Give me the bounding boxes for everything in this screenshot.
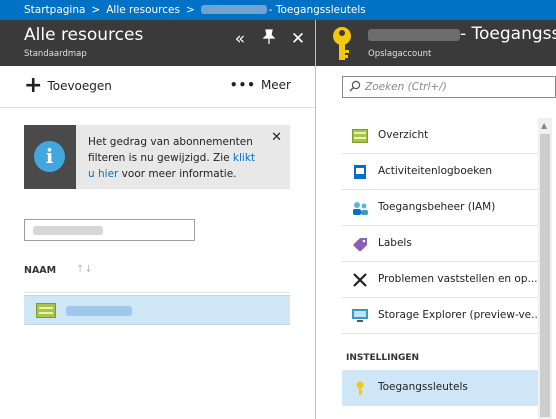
activity-log-icon bbox=[352, 165, 368, 179]
menu-item-label: Problemen vaststellen en op... bbox=[378, 273, 538, 285]
pin-icon[interactable] bbox=[259, 29, 279, 50]
redacted-filter-text bbox=[33, 226, 103, 235]
notice-text-part: voor meer informatie. bbox=[118, 168, 237, 180]
collapse-icon[interactable]: « bbox=[230, 29, 250, 49]
breadcrumb-current: - Toegangssleutels bbox=[268, 4, 366, 16]
more-button-label: Meer bbox=[260, 78, 291, 92]
blade-header: Alle resources Standaardmap « ✕ bbox=[0, 20, 315, 66]
overview-icon bbox=[352, 129, 368, 143]
menu-item-label: Labels bbox=[378, 237, 412, 249]
notice-text-part: Het gedrag van abonnementen filteren is … bbox=[88, 136, 253, 164]
breadcrumb-separator: > bbox=[185, 4, 195, 16]
divider bbox=[24, 292, 290, 293]
add-button[interactable]: + Toevoegen bbox=[24, 73, 112, 98]
menu-item-label: Storage Explorer (preview-ve... bbox=[378, 309, 542, 321]
blade-subtitle: Opslagaccount bbox=[368, 49, 432, 59]
filter-input[interactable] bbox=[24, 219, 195, 241]
scroll-up-icon[interactable]: ▲ bbox=[541, 121, 547, 130]
notice-icon-box: i bbox=[24, 125, 76, 189]
tools-icon bbox=[352, 273, 368, 287]
blade-title: - Toegangssleutels bbox=[460, 24, 556, 44]
plus-icon: + bbox=[24, 73, 43, 98]
storage-explorer-icon bbox=[352, 309, 368, 323]
sort-icon[interactable]: ↑↓ bbox=[76, 264, 93, 275]
breadcrumb-home[interactable]: Startpagina bbox=[24, 4, 85, 16]
close-icon[interactable]: ✕ bbox=[271, 130, 282, 145]
menu-item-overview[interactable]: Overzicht bbox=[342, 118, 538, 154]
key-icon bbox=[352, 381, 368, 395]
redacted-resource-name bbox=[66, 306, 132, 316]
menu-item-activity-log[interactable]: Activiteitenlogboeken bbox=[342, 154, 538, 190]
key-icon bbox=[330, 26, 354, 66]
access-keys-blade: - Toegangssleutels Opslagaccount Overzic… bbox=[316, 20, 556, 419]
breadcrumb-all-resources[interactable]: Alle resources bbox=[106, 4, 180, 16]
menu-item-labels[interactable]: Labels bbox=[342, 226, 538, 262]
scrollbar[interactable]: ▲ bbox=[538, 118, 552, 419]
search-icon bbox=[349, 80, 361, 95]
menu-item-troubleshoot[interactable]: Problemen vaststellen en op... bbox=[342, 262, 538, 298]
add-button-label: Toevoegen bbox=[47, 79, 112, 93]
search-box[interactable] bbox=[342, 76, 556, 98]
resource-menu: Overzicht Activiteitenlogboeken Toegangs… bbox=[342, 118, 542, 406]
scroll-thumb[interactable] bbox=[540, 134, 550, 417]
close-icon[interactable]: ✕ bbox=[288, 29, 308, 49]
menu-item-iam[interactable]: Toegangsbeheer (IAM) bbox=[342, 190, 538, 226]
search-input[interactable] bbox=[365, 79, 545, 95]
blade-title: Alle resources bbox=[24, 25, 144, 45]
info-icon: i bbox=[34, 141, 65, 172]
blade-header: - Toegangssleutels Opslagaccount bbox=[316, 20, 556, 66]
all-resources-blade: Alle resources Standaardmap « ✕ + Toevoe… bbox=[0, 20, 315, 419]
section-header-settings: INSTELLINGEN bbox=[346, 353, 420, 363]
menu-item-label: Overzicht bbox=[378, 129, 429, 141]
more-dots-icon: ••• bbox=[229, 78, 256, 92]
column-header-name[interactable]: NAAM bbox=[24, 265, 56, 276]
info-notice: i Het gedrag van abonnementen filteren i… bbox=[24, 125, 290, 189]
menu-item-label: Toegangsbeheer (IAM) bbox=[378, 201, 496, 213]
redacted-account-name bbox=[368, 29, 460, 41]
blade-subtitle: Standaardmap bbox=[24, 49, 87, 59]
breadcrumb: Startpagina > Alle resources > - Toegangssle… bbox=[0, 0, 556, 20]
table-row[interactable] bbox=[24, 295, 290, 325]
iam-icon bbox=[352, 201, 368, 215]
redacted-resource-name bbox=[200, 5, 267, 14]
menu-item-storage-explorer[interactable]: Storage Explorer (preview-ve... bbox=[342, 298, 542, 334]
menu-item-label: Activiteitenlogboeken bbox=[378, 165, 493, 177]
breadcrumb-separator: > bbox=[91, 4, 101, 16]
toolbar: + Toevoegen ••• Meer bbox=[0, 66, 315, 108]
notice-text: Het gedrag van abonnementen filteren is … bbox=[88, 134, 264, 182]
tag-icon bbox=[352, 237, 368, 252]
menu-item-access-keys[interactable]: Toegangssleutels bbox=[342, 370, 538, 406]
menu-item-label: Toegangssleutels bbox=[378, 381, 468, 393]
storage-account-icon bbox=[36, 303, 56, 318]
more-button[interactable]: ••• Meer bbox=[230, 78, 291, 92]
